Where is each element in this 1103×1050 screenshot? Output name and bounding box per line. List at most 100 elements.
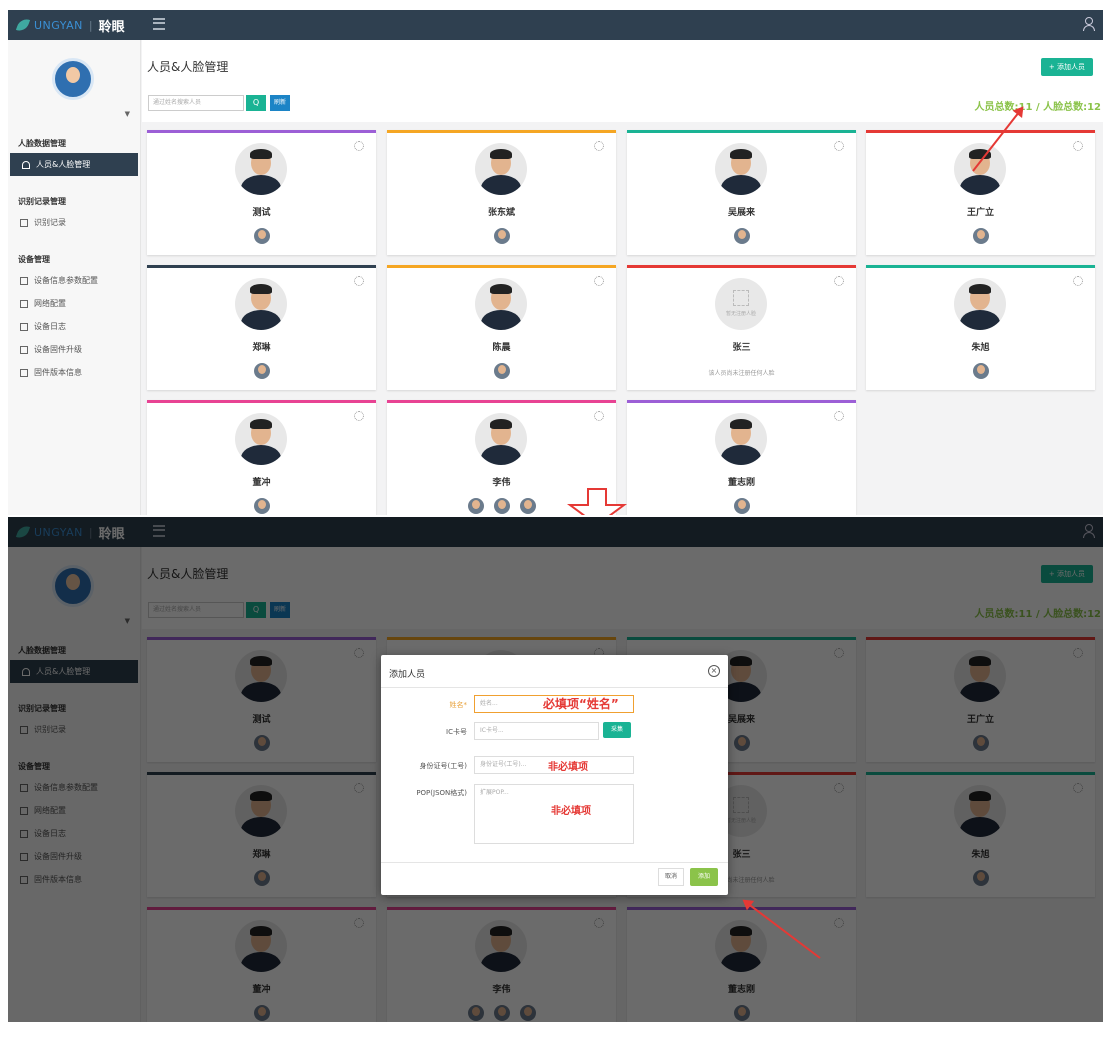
gear-icon[interactable] [834, 141, 844, 151]
logo-brand-cn: 聆眼 [98, 19, 125, 35]
person-name: 朱旭 [971, 343, 990, 353]
person-photo [475, 143, 527, 195]
search-input[interactable]: 通过姓名搜索人员 [148, 95, 244, 111]
no-face-message: 该人员尚未注册任何人脸 [708, 370, 775, 377]
face-thumbnail[interactable] [972, 363, 989, 379]
person-card[interactable]: 董志刚 [627, 400, 856, 515]
divider [381, 687, 728, 688]
person-card[interactable]: 郑琳 [147, 265, 376, 390]
sidebar-item[interactable]: 设备信息参数配置 [8, 269, 140, 292]
gear-icon[interactable] [354, 141, 364, 151]
logo-separator: | [88, 18, 93, 32]
caret-down-icon[interactable]: ▼ [125, 110, 130, 118]
face-thumbnail[interactable] [733, 228, 750, 244]
user-profile[interactable]: ▼ [8, 40, 140, 130]
face-thumbnails [387, 363, 616, 379]
ic-card-input[interactable]: IC卡号... [474, 722, 599, 740]
person-photo [954, 143, 1006, 195]
sidebar-item[interactable]: 设备固件升级 [8, 338, 140, 361]
person-card[interactable]: 王广立 [866, 130, 1095, 255]
collect-button[interactable]: 采集 [603, 722, 631, 738]
face-thumbnail[interactable] [493, 498, 510, 514]
gear-icon[interactable] [594, 276, 604, 286]
page-title: 人员&人脸管理 [147, 60, 229, 74]
person-photo [475, 278, 527, 330]
person-photo [235, 143, 287, 195]
menu-item-icon [20, 345, 28, 354]
cancel-button[interactable]: 取消 [657, 868, 684, 886]
person-card[interactable]: 暂无注册人脸张三该人员尚未注册任何人脸 [627, 265, 856, 390]
name-required-annotation: 必填项“姓名” [543, 697, 619, 711]
sidebar-item[interactable]: 固件版本信息 [8, 361, 140, 384]
face-thumbnails [627, 498, 856, 514]
sidebar-item[interactable]: 识别记录 [8, 211, 140, 234]
id-label: 身份证号(工号) [419, 762, 467, 770]
person-card[interactable]: 测试 [147, 130, 376, 255]
sidebar-item[interactable]: 人员&人脸管理 [10, 153, 138, 176]
face-thumbnail[interactable] [253, 228, 270, 244]
face-thumbnail[interactable] [253, 498, 270, 514]
gear-icon[interactable] [834, 276, 844, 286]
person-card[interactable]: 吴展来 [627, 130, 856, 255]
face-thumbnail[interactable] [972, 228, 989, 244]
person-name: 张东斌 [487, 208, 515, 218]
pop-optional-annotation: 非必填项 [551, 806, 591, 817]
person-card[interactable]: 董冲 [147, 400, 376, 515]
person-photo [235, 278, 287, 330]
face-thumbnail[interactable] [253, 363, 270, 379]
person-name: 郑琳 [252, 343, 271, 353]
gear-icon[interactable] [834, 411, 844, 421]
id-optional-annotation: 非必填项 [548, 762, 588, 773]
add-person-button[interactable]: + 添加人员 [1040, 58, 1093, 76]
menu-item-icon [20, 276, 28, 285]
face-thumbnail[interactable] [493, 363, 510, 379]
gear-icon[interactable] [354, 276, 364, 286]
person-name: 陈晨 [492, 343, 511, 353]
gear-icon[interactable] [1073, 276, 1083, 286]
placeholder-text: 暂无注册人脸 [725, 311, 756, 317]
gear-icon[interactable] [594, 411, 604, 421]
name-label: 姓名* [449, 701, 468, 709]
refresh-button[interactable]: 刷新 [270, 95, 290, 111]
person-card[interactable]: 朱旭 [866, 265, 1095, 390]
face-thumbnail[interactable] [519, 498, 536, 514]
search-button[interactable]: Q [246, 95, 266, 111]
person-photo [475, 413, 527, 465]
menu-item-icon [20, 218, 28, 227]
hamburger-menu-icon[interactable] [153, 18, 165, 30]
logo: UNGYAN | 聆眼 [8, 10, 148, 40]
sidebar-item-label: 网络配置 [34, 299, 66, 308]
person-name: 吴展来 [727, 208, 755, 218]
sidebar-item-label: 设备日志 [34, 322, 66, 331]
gear-icon[interactable] [1073, 141, 1083, 151]
sidebar-section-title: 设备管理 [18, 255, 50, 264]
sidebar: ▼ 人脸数据管理人员&人脸管理识别记录管理识别记录设备管理设备信息参数配置网络配置… [8, 40, 141, 515]
face-thumbnail[interactable] [467, 498, 484, 514]
sidebar-item[interactable]: 设备日志 [8, 315, 140, 338]
gear-icon[interactable] [354, 411, 364, 421]
divider [381, 862, 728, 863]
close-icon[interactable]: × [708, 665, 720, 677]
user-icon[interactable] [1083, 17, 1095, 31]
page-header: 人员&人脸管理 + 添加人员 通过姓名搜索人员 Q 刷新 人员总数:11 / 人… [142, 40, 1103, 122]
face-thumbnails [866, 363, 1095, 379]
person-card[interactable]: 陈晨 [387, 265, 616, 390]
face-thumbnail[interactable] [493, 228, 510, 244]
person-card[interactable]: 张东斌 [387, 130, 616, 255]
gear-icon[interactable] [594, 141, 604, 151]
menu-item-icon [22, 160, 30, 169]
person-name: 董志刚 [727, 478, 755, 488]
screenshot-add-dialog: UNGYAN | 聆眼 ▼人脸数据管理人员&人脸管理识别记录管理识别记录设备管理… [8, 517, 1103, 1022]
person-name: 张三 [732, 343, 751, 353]
confirm-add-button[interactable]: 添加 [690, 868, 718, 886]
sidebar-item-label: 设备信息参数配置 [34, 276, 98, 285]
avatar[interactable] [52, 58, 94, 100]
totals-count: 人员总数:11 / 人脸总数:12 [974, 102, 1101, 113]
face-thumbnails [147, 228, 376, 244]
face-thumbnail[interactable] [733, 498, 750, 514]
menu-item-icon [20, 299, 28, 308]
face-thumbnails [627, 228, 856, 244]
add-person-dialog: 添加人员 × 姓名* 姓名... 必填项“姓名” IC卡号 IC卡号... 采集… [381, 655, 728, 895]
face-thumbnails [387, 228, 616, 244]
sidebar-item[interactable]: 网络配置 [8, 292, 140, 315]
